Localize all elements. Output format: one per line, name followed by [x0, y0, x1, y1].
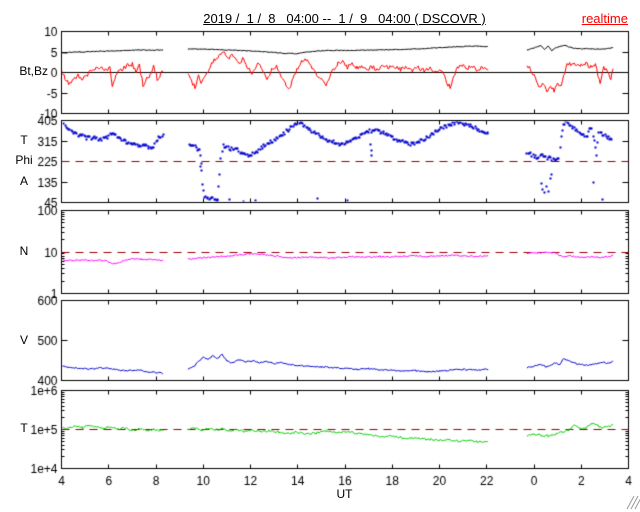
corner-hatch-mark [626, 495, 640, 510]
y-axis-label-density: N [19, 244, 29, 258]
y-axis-label-temperature: T [20, 421, 28, 435]
y-axis-label-theta: T [20, 133, 28, 147]
plot-title: 2019 / 1 / 8 04:00 -- 1 / 9 04:00 ( DSCO… [203, 11, 486, 26]
y-axis-label-velocity: V [19, 333, 28, 347]
y-axis-label-btbz: Bt,Bz [19, 64, 48, 78]
x-axis-title: UT [336, 487, 353, 501]
y-axis-label-a: A [19, 174, 28, 188]
dscovr-solar-wind-monitor: 2019 / 1 / 8 04:00 -- 1 / 9 04:00 ( DSCO… [0, 0, 640, 512]
realtime-link[interactable]: realtime [582, 12, 628, 25]
y-axis-label-phi: Phi [15, 153, 33, 167]
solar-wind-chart-canvas [0, 0, 640, 512]
